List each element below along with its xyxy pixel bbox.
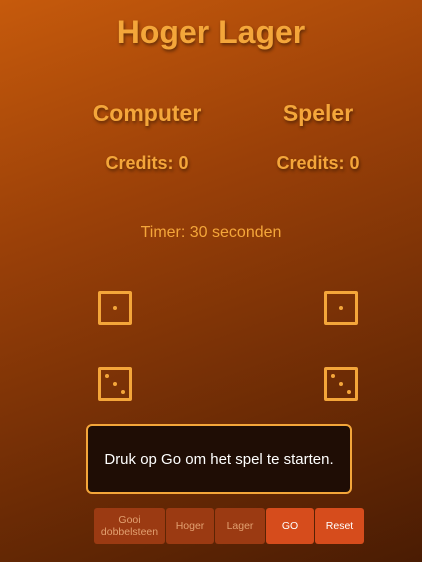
computer-label: Computer (92, 100, 202, 126)
die-pip (121, 390, 125, 394)
player-credits: Credits: 0 (276, 153, 360, 173)
player-die-1 (324, 291, 358, 325)
player-label: Speler (282, 100, 354, 126)
computer-die-2 (98, 367, 132, 401)
computer-die-1 (98, 291, 132, 325)
die-pip (105, 374, 109, 378)
status-message-box: Druk op Go om het spel te starten. (86, 424, 352, 494)
timer-display: Timer: 30 seconden (140, 224, 282, 241)
die-pip (339, 382, 343, 386)
status-message: Druk op Go om het spel te starten. (104, 450, 334, 468)
reset-button[interactable]: Reset (315, 508, 364, 544)
game-title: Hoger Lager (116, 14, 306, 50)
lower-button[interactable]: Lager (215, 508, 265, 544)
computer-credits: Credits: 0 (105, 153, 189, 173)
higher-button[interactable]: Hoger (166, 508, 214, 544)
die-pip (113, 382, 117, 386)
go-button[interactable]: GO (266, 508, 314, 544)
button-bar: Gooi dobbelsteen Hoger Lager GO Reset (94, 508, 364, 544)
roll-dice-button[interactable]: Gooi dobbelsteen (94, 508, 165, 544)
player-die-2 (324, 367, 358, 401)
die-pip (113, 306, 117, 310)
die-pip (347, 390, 351, 394)
die-pip (339, 306, 343, 310)
die-pip (331, 374, 335, 378)
